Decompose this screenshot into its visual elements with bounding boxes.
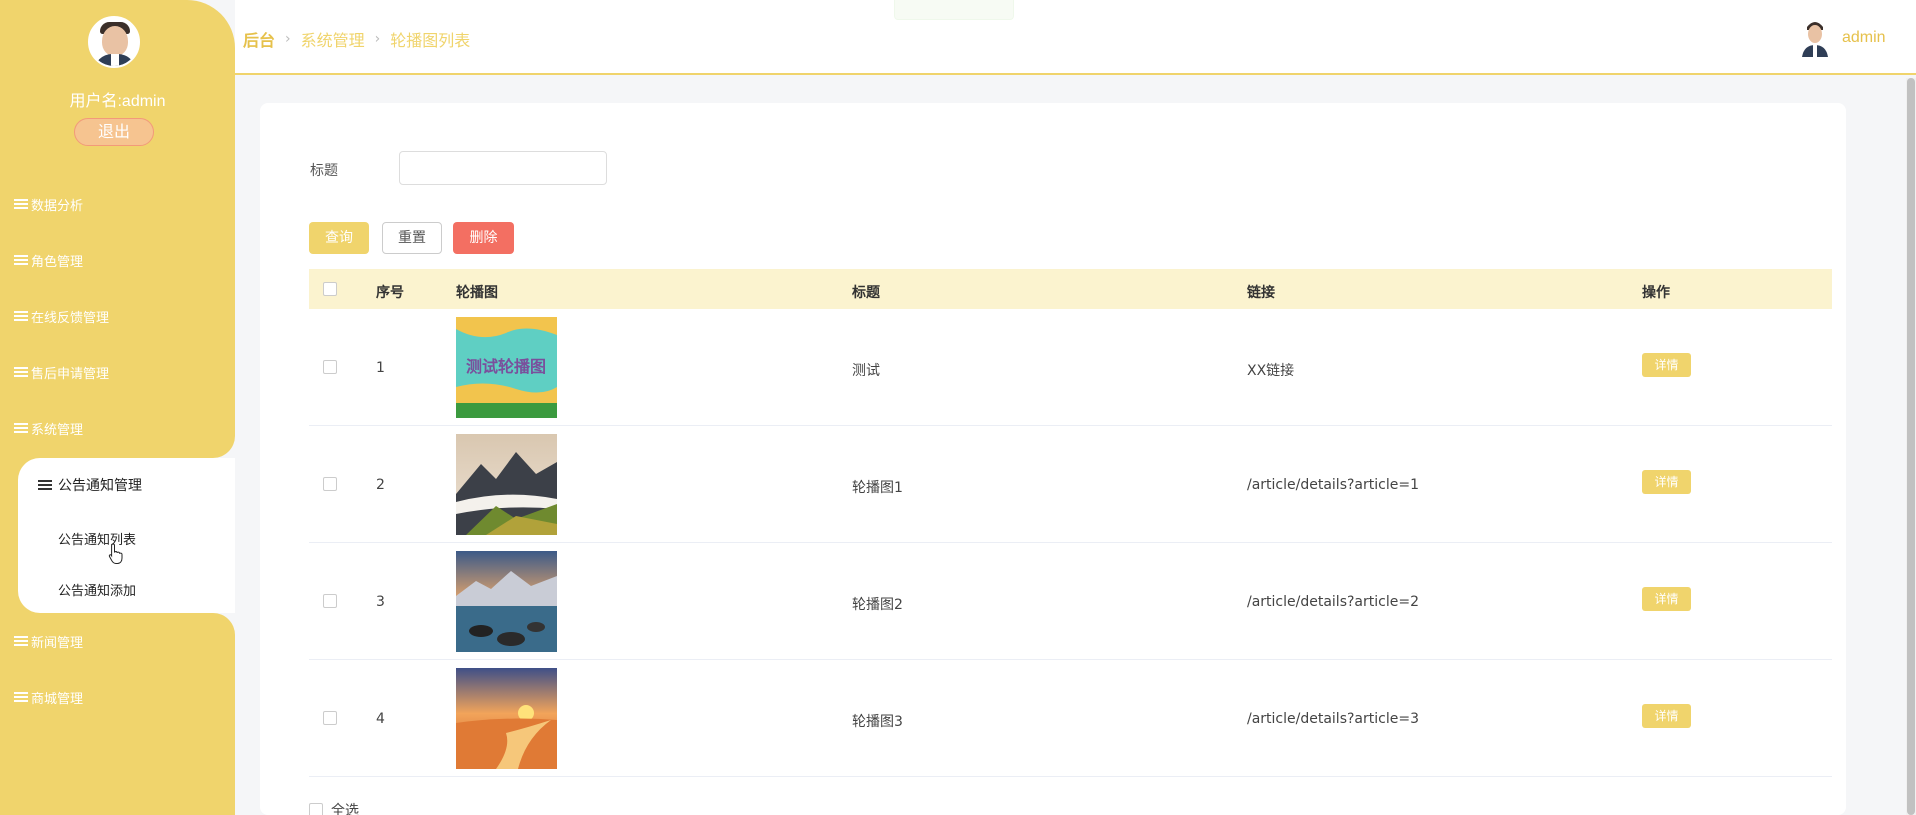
column-header-index: 序号 [376,285,404,301]
top-header: 后台 › 系统管理 › 轮播图列表 [235,0,1916,75]
row-title: 轮播图2 [852,597,903,613]
header-avatar [1800,17,1830,57]
detail-button[interactable]: 详情 [1642,587,1691,611]
row-link: /article/details?article=2 [1247,594,1419,610]
sidebar-item-label: 售后申请管理 [31,366,110,382]
sidebar-item-feedback-management[interactable]: 在线反馈管理 [14,306,109,326]
header-username[interactable]: admin [1842,29,1886,47]
row-index: 4 [376,711,385,727]
sidebar-item-label: 系统管理 [31,422,84,438]
row-checkbox[interactable] [323,360,337,374]
row-divider [309,659,1832,660]
sidebar-item-label: 在线反馈管理 [31,310,110,326]
detail-button[interactable]: 详情 [1642,704,1691,728]
row-divider [309,425,1832,426]
sidebar-item-role-management[interactable]: 角色管理 [14,250,83,270]
column-header-link: 链接 [1247,285,1275,301]
breadcrumb-current: 轮播图列表 [390,31,471,50]
select-all[interactable]: 全选 [309,800,359,815]
breadcrumb: 后台 › 系统管理 › 轮播图列表 [243,27,470,51]
lake-mountains-image [456,551,557,652]
sidebar-top [0,0,235,458]
row-checkbox[interactable] [323,711,337,725]
submenu-item-notice-add[interactable]: 公告通知添加 [58,580,136,599]
chevron-right-icon: › [285,31,291,47]
sidebar-item-data-analysis[interactable]: 数据分析 [14,194,83,214]
list-icon [38,480,52,490]
sidebar-item-aftersales-management[interactable]: 售后申请管理 [14,362,109,382]
list-icon [14,311,28,321]
select-all-label: 全选 [331,803,359,815]
chevron-right-icon: › [374,31,381,47]
mountain-mist-image [456,434,557,535]
row-checkbox[interactable] [323,477,337,491]
submenu-item-notice-list[interactable]: 公告通知列表 [58,529,136,548]
breadcrumb-home[interactable]: 后台 [243,27,275,51]
detail-button[interactable]: 详情 [1642,353,1691,377]
banner-test-image: 测试轮播图 [456,317,557,418]
breadcrumb-system-management[interactable]: 系统管理 [301,27,365,51]
list-icon [14,692,28,702]
table-header [309,269,1832,309]
row-checkbox[interactable] [323,594,337,608]
query-button[interactable]: 查询 [309,222,369,254]
row-title: 轮播图3 [852,714,903,730]
row-link: /article/details?article=3 [1247,711,1419,727]
avatar [88,16,140,68]
sidebar-item-label: 新闻管理 [31,635,84,651]
row-link: /article/details?article=1 [1247,477,1419,493]
reset-button[interactable]: 重置 [382,222,442,254]
logout-button[interactable]: 退出 [74,118,154,146]
row-index: 2 [376,477,385,493]
row-index: 3 [376,594,385,610]
column-header-actions: 操作 [1642,285,1670,301]
list-icon [14,255,28,265]
row-title: 轮播图1 [852,480,903,496]
row-divider [309,542,1832,543]
sidebar-item-system-management[interactable]: 系统管理 [14,418,83,438]
column-header-image: 轮播图 [456,285,498,301]
title-filter-input[interactable] [399,151,607,185]
sidebar-item-label: 数据分析 [31,198,84,214]
sidebar-item-news-management[interactable]: 新闻管理 [14,631,83,651]
row-title: 测试 [852,363,880,379]
sidebar-item-mall-management[interactable]: 商城管理 [14,687,83,707]
submenu-notice-management[interactable]: 公告通知管理 [38,475,142,495]
title-filter-label: 标题 [310,163,338,179]
sidebar-item-label: 角色管理 [31,254,84,270]
row-link: XX链接 [1247,363,1295,379]
list-icon [14,367,28,377]
sidebar-item-label: 商城管理 [31,691,84,707]
svg-text:测试轮播图: 测试轮播图 [466,357,546,376]
beach-sunset-image [456,668,557,769]
detail-button[interactable]: 详情 [1642,470,1691,494]
select-all-checkbox[interactable] [309,803,323,815]
row-divider [309,776,1832,777]
toast-notification [894,0,1014,20]
column-header-title: 标题 [852,285,880,301]
row-index: 1 [376,360,385,376]
sidebar-username: 用户名:admin [69,93,166,110]
list-icon [14,423,28,433]
page-scrollbar[interactable] [1906,78,1916,815]
list-icon [14,199,28,209]
submenu-title: 公告通知管理 [58,478,142,494]
select-all-header-checkbox[interactable] [323,282,337,296]
hand-cursor-icon [108,543,123,564]
list-icon [14,636,28,646]
delete-button[interactable]: 删除 [453,222,514,254]
